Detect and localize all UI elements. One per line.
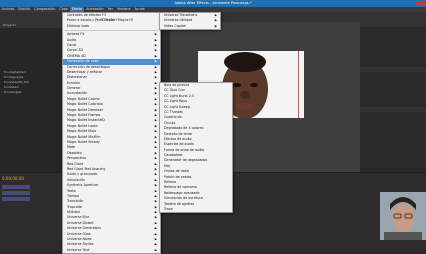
menu-item-label: Incrustación <box>67 91 88 96</box>
chevron-right-icon: ▶ <box>154 247 157 252</box>
menu-item-label: Magic Bullet Mojo <box>67 129 97 134</box>
menu-item-label: Red Giant Text Anarchy <box>67 166 106 171</box>
maximize-button[interactable] <box>404 1 414 6</box>
menu-item-label: Magic Bullet Looks <box>67 123 98 128</box>
menu-item-label: Transición <box>67 199 84 204</box>
window-title: Adobe After Effects - Ambiente Pasicaags… <box>174 1 252 5</box>
menu-item-label: Perspectiva <box>67 156 87 161</box>
plugin-submenu: Universe Transitions ▶ Universe Utilidad ▶ V… <box>159 12 221 31</box>
effect-menu-item[interactable]: Eliminar todo <box>63 24 160 29</box>
menu-item-label: Universe Noise <box>67 237 92 242</box>
project-list: fondogitalidad fondoguayas fondoAzulito_fi… <box>0 70 62 95</box>
effect-menu: Controles de efectos F3 Poner a escala y P… <box>62 12 161 254</box>
menu-item-label: Simulación <box>67 177 86 182</box>
menu-item-label: Trapcode <box>67 204 82 209</box>
menu-item-label: Red Giant <box>67 161 84 166</box>
menu-item-label: Generar <box>67 86 81 91</box>
menu-item-label: Carcel 3D <box>67 48 84 53</box>
menu-item-label: Magic Bullet MisFilm <box>67 134 101 139</box>
menu-item-label: Ruido y granulado <box>67 172 97 177</box>
menu-item-label: Universe Blur <box>67 215 90 220</box>
generate-effect-item[interactable]: Trazo <box>160 207 232 212</box>
menu-item-label: Magic Bullet Cosmo <box>67 96 100 101</box>
menu-item-label: Corrección de desenfoque <box>67 64 111 69</box>
plugin-menu-item[interactable]: Video Copilot ▶ <box>160 24 220 29</box>
timeline-timecode[interactable]: 0;00;00;00 <box>2 176 24 181</box>
menu-item-label: Magic Bullet InstantHD <box>67 118 105 123</box>
menu-item-label: Tiempo <box>67 193 80 198</box>
menu-item-label: Ambrot FX <box>67 32 85 37</box>
menu-item-label: Universe Text <box>67 247 90 252</box>
menu-item-label: Obsoleto <box>67 150 82 155</box>
menu-item-label: Magic Bullet Colorista <box>67 102 103 107</box>
menu-item-label: Audio <box>67 37 77 42</box>
menu-item-label: Synthetic Aperture <box>67 183 99 188</box>
menu-item-label: CINEMA 4D <box>67 53 86 58</box>
menu-item-label: Video Copilot <box>164 23 186 28</box>
menu-item-label: Corrección de color <box>67 59 99 64</box>
menu-item-label: Echelon <box>67 80 81 85</box>
menu-item-label: Universe Generators <box>67 226 102 231</box>
menu-separator <box>65 30 158 32</box>
menu-item-label: Universe Transitions <box>164 13 198 17</box>
generate-submenu: Bola de pintura CC Glue Gun CC Light Burst… <box>159 82 233 214</box>
menu-item-label: Distorsionar <box>67 75 87 80</box>
title-bar: Adobe After Effects - Ambiente Pasicaags… <box>0 0 426 7</box>
layer-bar[interactable] <box>2 191 30 195</box>
close-button[interactable] <box>416 1 426 6</box>
menu-item-label: Eliminar todo <box>67 23 89 28</box>
menu-item-label: Magic Bullet Steady <box>67 139 100 144</box>
menu-item-label: Utilidad <box>67 210 80 215</box>
menu-item-label: Magic Bullet Denoiser <box>67 107 103 112</box>
menu-item-label: Universe Distort <box>67 220 94 225</box>
chevron-right-icon: ▶ <box>214 23 217 28</box>
webcam-overlay <box>380 192 426 240</box>
menu-item-label: Universe Utilidad <box>164 18 193 23</box>
info-panel <box>360 22 426 172</box>
project-item[interactable]: fondoinglés <box>0 90 62 95</box>
menu-item-label: Canal <box>67 42 77 47</box>
layer-bar[interactable] <box>2 185 30 189</box>
menu-item-label: Mate <box>67 145 76 150</box>
menu-item-label: Texto <box>67 188 76 193</box>
menu-item-label: Desenfocar y enfocar <box>67 69 103 74</box>
project-panel: Proyecto fondogitalidad fondoguayas fondoA… <box>0 22 62 172</box>
menu-item-label: Controles de efectos <box>67 13 101 17</box>
menu-item-label: Universe Glow <box>67 231 91 236</box>
effect-category-item[interactable]: Universe Text ▶ <box>63 248 160 253</box>
menu-item-label: Universe Stylize <box>67 242 94 247</box>
minimize-button[interactable] <box>392 1 402 6</box>
menu-item-label: Magic Bullet Frames <box>67 113 101 118</box>
layer-bar[interactable] <box>2 197 30 201</box>
